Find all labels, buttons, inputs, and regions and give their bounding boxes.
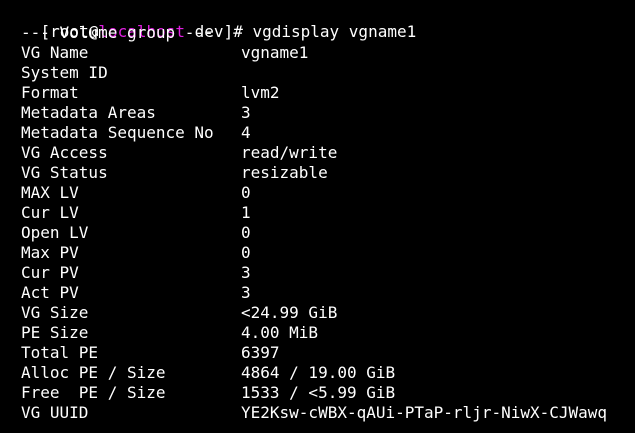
vg-property-label: VG Access	[21, 143, 108, 162]
prompt-line: [root@localhost dev]# vgdisplay vgname1	[2, 2, 417, 41]
vg-property-row: PE Size 4.00 MiB	[21, 323, 318, 343]
vg-property-row: Act PV 3	[21, 283, 251, 303]
vg-property-row: Metadata Sequence No 4	[21, 123, 251, 143]
terminal-window[interactable]: [root@localhost dev]# vgdisplay vgname1 …	[0, 0, 635, 433]
vg-property-value: YE2Ksw-cWBX-qAUi-PTaP-rljr-NiwX-CJWawq	[241, 403, 608, 422]
vg-property-row: Alloc PE / Size 4864 / 19.00 GiB	[21, 363, 395, 383]
vg-property-label: MAX LV	[21, 183, 79, 202]
vg-property-row: Total PE 6397	[21, 343, 280, 363]
vg-property-row: VG Name vgname1	[21, 43, 308, 63]
vg-property-value: 0	[241, 223, 251, 242]
vg-property-label: VG UUID	[21, 403, 89, 422]
vg-property-value: 0	[241, 183, 251, 202]
vg-property-value: 0	[241, 243, 251, 262]
vg-property-label: Act PV	[21, 283, 79, 302]
vg-property-label: Open LV	[21, 223, 89, 242]
vg-property-value: lvm2	[241, 83, 280, 102]
vg-property-value: read/write	[241, 143, 338, 162]
vg-property-value: 4864 / 19.00 GiB	[241, 363, 396, 382]
vg-property-value: <24.99 GiB	[241, 303, 338, 322]
vg-property-label: Cur PV	[21, 263, 79, 282]
vg-property-row: Cur LV 1	[21, 203, 251, 223]
command-text: vgdisplay vgname1	[252, 22, 417, 41]
vg-property-label: VG Name	[21, 43, 89, 62]
vg-property-value: 6397	[241, 343, 280, 362]
vg-property-row: System ID	[21, 63, 241, 83]
vg-property-row: Metadata Areas 3	[21, 103, 251, 123]
vg-property-label: System ID	[21, 63, 108, 82]
vg-property-row: Max PV 0	[21, 243, 251, 263]
vg-property-value: 4	[241, 123, 251, 142]
vg-property-row: VG Access read/write	[21, 143, 337, 163]
vg-property-value: 3	[241, 263, 251, 282]
vg-property-label: VG Size	[21, 303, 89, 322]
vg-property-label: Metadata Sequence No	[21, 123, 214, 142]
vg-property-label: Cur LV	[21, 203, 79, 222]
vg-property-label: Format	[21, 83, 79, 102]
vg-property-label: Total PE	[21, 343, 99, 362]
vg-property-value: 1	[241, 203, 251, 222]
vg-property-value: 3	[241, 103, 251, 122]
vg-property-row: VG Status resizable	[21, 163, 328, 183]
vg-property-label: VG Status	[21, 163, 108, 182]
vg-property-label: Free PE / Size	[21, 383, 166, 402]
volume-group-header: --- Volume group ---	[21, 23, 214, 42]
vg-property-row: Open LV 0	[21, 223, 251, 243]
vg-property-value: vgname1	[241, 43, 309, 62]
vg-property-label: Metadata Areas	[21, 103, 156, 122]
vg-property-label: PE Size	[21, 323, 89, 342]
vg-property-value: resizable	[241, 163, 328, 182]
vg-property-value: 1533 / <5.99 GiB	[241, 383, 396, 402]
vg-property-label: Alloc PE / Size	[21, 363, 166, 382]
vg-property-row: VG UUID YE2Ksw-cWBX-qAUi-PTaP-rljr-NiwX-C…	[21, 403, 607, 423]
vg-property-row: VG Size <24.99 GiB	[21, 303, 337, 323]
vg-property-label: Max PV	[21, 243, 79, 262]
vg-property-row: Free PE / Size 1533 / <5.99 GiB	[21, 383, 395, 403]
vg-property-value: 4.00 MiB	[241, 323, 319, 342]
vg-property-row: Format lvm2	[21, 83, 280, 103]
vg-property-value: 3	[241, 283, 251, 302]
vg-property-row: MAX LV 0	[21, 183, 251, 203]
vg-property-row: Cur PV 3	[21, 263, 251, 283]
